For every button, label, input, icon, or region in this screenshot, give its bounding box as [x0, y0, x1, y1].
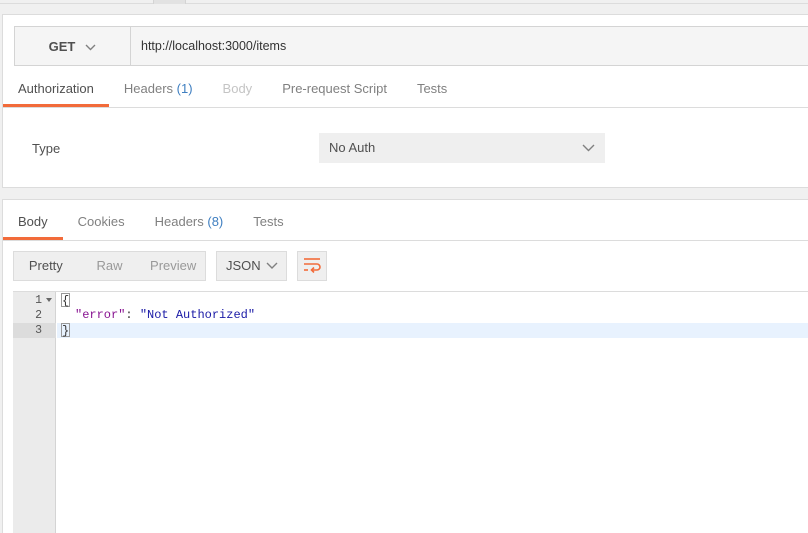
- raw-button[interactable]: Raw: [78, 252, 142, 280]
- request-panel: GET Authorization Headers (1) Body Pre-r…: [2, 14, 808, 188]
- tab-stub[interactable]: [153, 0, 186, 4]
- response-tabs-divider: [3, 240, 808, 241]
- url-input[interactable]: [131, 27, 808, 65]
- line-number: 3: [13, 323, 56, 338]
- auth-type-label: Type: [32, 141, 61, 156]
- response-headers-count: (8): [207, 214, 224, 229]
- auth-type-value: No Auth: [329, 140, 376, 155]
- view-mode-group: Pretty Raw Preview: [13, 251, 206, 281]
- url-bar: GET: [14, 26, 808, 66]
- line-number: 1: [13, 293, 56, 308]
- tab-strip-divider: [0, 3, 808, 4]
- code-line: "error": "Not Authorized": [75, 308, 255, 323]
- tab-response-body[interactable]: Body: [3, 208, 63, 240]
- bracket-match: {: [61, 293, 71, 308]
- method-select[interactable]: GET: [15, 27, 131, 65]
- code-line: }: [61, 323, 71, 338]
- response-editor[interactable]: 1 2 3 { "error": "Not Authorized" }: [13, 291, 808, 533]
- response-panel: Body Cookies Headers (8) Tests Pretty Ra…: [2, 199, 808, 533]
- tab-authorization[interactable]: Authorization: [3, 75, 109, 107]
- chevron-down-icon: [582, 133, 595, 174]
- wrap-lines-button[interactable]: [297, 251, 327, 281]
- method-label: GET: [48, 38, 76, 54]
- tab-tests[interactable]: Tests: [402, 75, 462, 107]
- postman-app: GET Authorization Headers (1) Body Pre-r…: [0, 0, 808, 533]
- pretty-button[interactable]: Pretty: [14, 252, 78, 280]
- format-select[interactable]: JSON: [216, 251, 287, 281]
- auth-type-select[interactable]: No Auth: [319, 133, 605, 163]
- preview-button[interactable]: Preview: [141, 252, 205, 280]
- headers-count: (1): [176, 81, 193, 96]
- tab-body[interactable]: Body: [208, 75, 268, 107]
- tab-response-tests[interactable]: Tests: [238, 208, 298, 240]
- tab-cookies[interactable]: Cookies: [63, 208, 140, 240]
- top-tab-strip: [0, 0, 808, 5]
- code-line: {: [61, 293, 71, 308]
- wrap-lines-icon: [303, 257, 321, 276]
- json-key: "error": [75, 308, 126, 322]
- line-number: 2: [35, 309, 42, 322]
- json-colon: :: [125, 308, 140, 322]
- tab-response-headers[interactable]: Headers (8): [140, 208, 239, 240]
- chevron-down-icon: [85, 39, 96, 54]
- active-line-highlight: [57, 323, 808, 338]
- fold-arrow-icon[interactable]: [46, 298, 52, 302]
- bracket-match: }: [61, 323, 71, 338]
- chevron-down-icon: [266, 252, 278, 290]
- response-tabs: Body Cookies Headers (8) Tests: [3, 208, 299, 240]
- editor-gutter: 1 2 3: [13, 292, 56, 533]
- auth-type-row: Type No Auth: [3, 133, 808, 163]
- json-string: "Not Authorized": [139, 308, 256, 322]
- format-value: JSON: [226, 258, 261, 273]
- request-tabs-divider: [3, 107, 808, 108]
- tab-pre-request-script[interactable]: Pre-request Script: [267, 75, 402, 107]
- tab-headers[interactable]: Headers (1): [109, 75, 208, 107]
- request-tabs: Authorization Headers (1) Body Pre-reque…: [3, 75, 462, 107]
